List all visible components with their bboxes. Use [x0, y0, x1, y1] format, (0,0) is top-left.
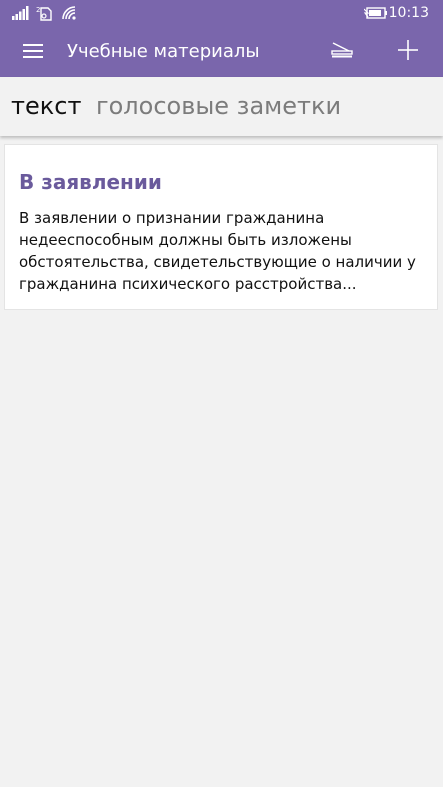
status-bar: 2 10:13 — [0, 0, 443, 27]
tab-bar: текст голосовые заметки — [0, 77, 443, 136]
tab-text[interactable]: текст — [11, 90, 81, 122]
add-note-button[interactable] — [391, 35, 425, 69]
note-title: В заявлении — [19, 170, 162, 194]
note-preview: В заявлении о признании гражданина недее… — [19, 209, 416, 293]
menu-button[interactable] — [16, 35, 50, 69]
tab-voice-notes[interactable]: голосовые заметки — [96, 90, 341, 122]
scan-button[interactable] — [325, 35, 359, 69]
status-time: 10:13 — [388, 5, 429, 21]
sim-2-icon: 2 — [36, 4, 54, 22]
svg-text:2: 2 — [36, 6, 40, 14]
battery-charging-icon — [364, 4, 388, 22]
page-title: Учебные материалы — [67, 41, 260, 62]
app-bar: Учебные материалы — [0, 27, 443, 77]
wifi-icon — [62, 4, 78, 22]
plus-icon — [398, 40, 418, 64]
note-card[interactable]: В заявлении В заявлении о признании граж… — [4, 144, 438, 310]
signal-bars-icon — [12, 4, 30, 22]
hamburger-menu-icon — [23, 43, 43, 62]
scanner-icon — [331, 42, 353, 62]
